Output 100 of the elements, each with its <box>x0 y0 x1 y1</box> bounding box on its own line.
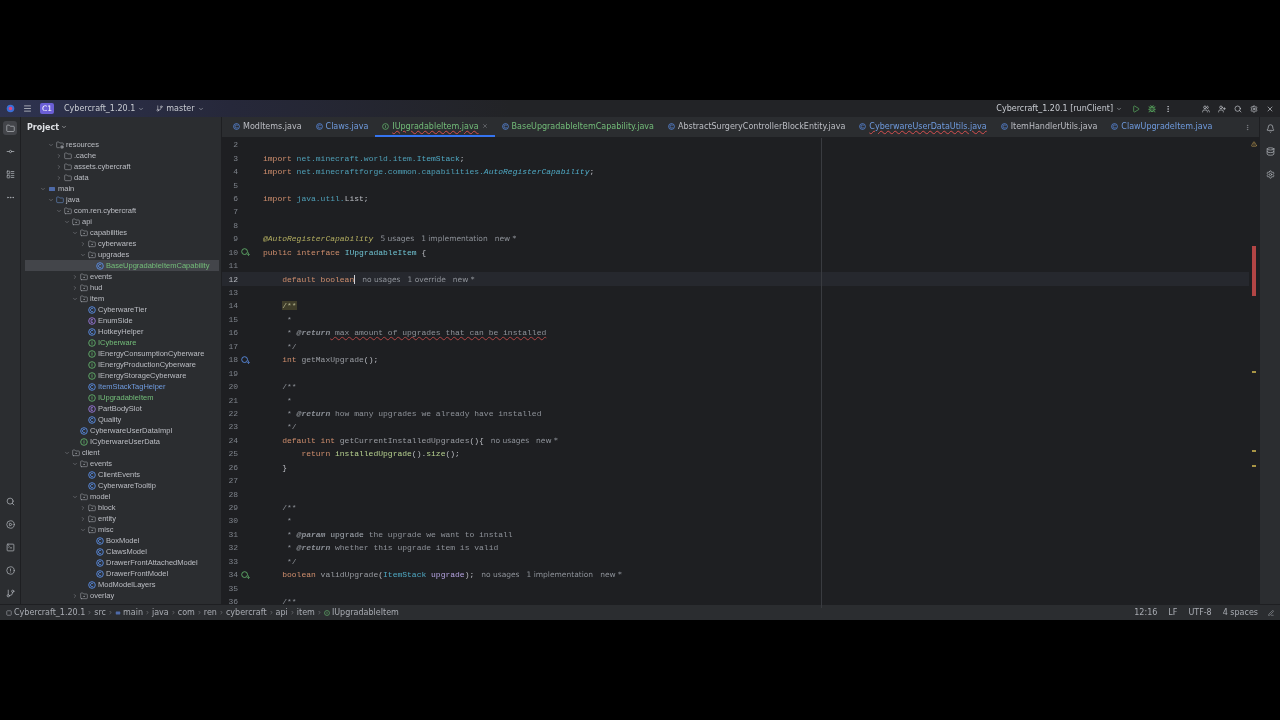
run-configuration[interactable]: Cybercraft_1.20.1 [runClient] <box>994 103 1124 114</box>
editor-tab[interactable]: ItemHandlerUtils.java <box>993 117 1105 137</box>
code-text: * <box>286 516 292 526</box>
editor-tab[interactable]: ClawUpgradeItem.java <box>1104 117 1220 137</box>
line-number: 11 <box>227 261 238 271</box>
editor-tab[interactable]: CyberwareUserDataUtils.java <box>852 117 994 137</box>
code-text: * <box>286 395 292 405</box>
line-number: 8 <box>232 220 238 230</box>
line-number: 16 <box>227 328 238 338</box>
chevron-right-icon <box>87 610 93 615</box>
code-text: validUpgrade <box>320 570 379 580</box>
line-number: 31 <box>227 529 238 539</box>
code-text: @return <box>296 543 331 553</box>
run-icon[interactable] <box>1132 104 1140 113</box>
debug-icon[interactable] <box>1148 104 1156 113</box>
code-text: default int <box>281 435 336 445</box>
breadcrumb[interactable]: item <box>296 608 315 617</box>
implemented-marker-icon[interactable] <box>241 248 250 257</box>
class-icon <box>1111 122 1119 130</box>
line-number: 15 <box>227 314 238 324</box>
editor-tab[interactable]: ModItems.java <box>226 117 309 137</box>
class-icon <box>88 481 96 490</box>
add-user-icon[interactable] <box>1218 104 1226 113</box>
editor-tab[interactable]: IUpgradableItem.java <box>375 117 495 137</box>
chevron-down-icon[interactable] <box>79 526 86 533</box>
line-number: 12 <box>227 274 238 284</box>
breadcrumb[interactable]: api <box>275 608 288 617</box>
editor-tab[interactable]: BaseUpgradableItemCapability.java <box>494 117 661 137</box>
menu-icon[interactable] <box>23 104 32 113</box>
class-icon <box>96 547 104 556</box>
line-number: 25 <box>227 449 238 459</box>
chevron-down-icon[interactable] <box>138 105 145 112</box>
chevron-down-icon[interactable] <box>71 493 78 500</box>
code-text: upgrade <box>329 529 364 539</box>
chevron-down-icon[interactable] <box>79 251 86 258</box>
class-icon <box>88 382 96 391</box>
line-number: 24 <box>227 435 238 445</box>
file-encoding[interactable]: UTF-8 <box>1188 608 1212 617</box>
close-icon[interactable] <box>1266 104 1274 113</box>
chevron-right-icon[interactable] <box>79 240 86 247</box>
class-icon <box>88 305 96 314</box>
search-icon[interactable] <box>1234 104 1242 113</box>
breadcrumb[interactable]: IUpgradableItem <box>331 608 399 617</box>
caret-position[interactable]: 12:16 <box>1134 608 1158 617</box>
code-text: @param <box>296 529 326 539</box>
warning-icon[interactable] <box>1251 141 1257 147</box>
interface-icon <box>88 371 96 380</box>
line-number: 10 <box>227 247 238 257</box>
users-icon[interactable] <box>1202 104 1210 113</box>
code-text: @AutoRegisterCapability <box>263 234 374 244</box>
chevron-right-icon <box>144 610 150 615</box>
line-number: 4 <box>232 167 238 177</box>
line-ending[interactable]: LF <box>1168 608 1178 617</box>
code-text: * <box>286 543 293 553</box>
line-number: 9 <box>232 234 238 244</box>
project-panel-title[interactable]: Project <box>27 122 68 132</box>
breadcrumb[interactable]: java <box>151 608 169 617</box>
chevron-down-icon[interactable] <box>47 141 54 148</box>
class-icon <box>88 470 96 479</box>
editor-tab[interactable]: AbstractSurgeryControllerBlockEntity.java <box>660 117 853 137</box>
breadcrumb[interactable]: Cybercraft_1.20.1 <box>14 608 86 617</box>
chevron-down-icon[interactable] <box>1116 105 1122 112</box>
breadcrumb[interactable]: src <box>94 608 106 617</box>
class-icon <box>88 580 96 589</box>
settings-icon[interactable] <box>1250 104 1258 113</box>
pencil-icon[interactable] <box>1268 609 1274 616</box>
implemented-marker-icon[interactable] <box>241 570 250 579</box>
class-icon <box>96 261 104 270</box>
module-icon <box>114 609 121 616</box>
chevron-down-icon[interactable] <box>71 295 78 302</box>
app-logo-icon[interactable] <box>6 104 15 113</box>
breadcrumb[interactable]: cybercraft <box>225 608 267 617</box>
line-number: 3 <box>232 153 238 163</box>
more-icon[interactable] <box>1164 104 1172 113</box>
breadcrumb[interactable]: com <box>177 608 195 617</box>
indent-setting[interactable]: 4 spaces <box>1222 608 1258 617</box>
chevron-right-icon <box>316 610 322 615</box>
branch-icon[interactable] <box>156 105 164 112</box>
code-text: boolean <box>281 570 317 580</box>
overridden-marker-icon[interactable] <box>241 355 250 364</box>
code-text: @return <box>296 328 331 338</box>
code-text: /** <box>281 382 297 392</box>
close-tab-icon[interactable] <box>481 123 488 129</box>
code-text: AutoRegisterCapability <box>483 167 590 177</box>
chevron-down-icon[interactable] <box>197 105 204 112</box>
enum-icon <box>88 404 96 413</box>
code-text: net.minecraft.world.item. <box>295 153 417 163</box>
breadcrumb[interactable]: main <box>122 608 143 617</box>
code-text: net.minecraftforge.common.capabilities. <box>295 167 484 177</box>
code-text: (){ <box>469 435 484 445</box>
project-selector[interactable]: Cybercraft_1.20.1 <box>62 103 147 114</box>
branch-selector[interactable]: master <box>154 103 206 114</box>
interface-icon <box>88 360 96 369</box>
code-text: import <box>263 153 292 163</box>
breadcrumb[interactable]: ren <box>203 608 217 617</box>
chevron-right-icon[interactable] <box>71 592 78 599</box>
editor-tab[interactable]: Claws.java <box>308 117 376 137</box>
chevron-right-icon <box>268 610 274 615</box>
code-text: { <box>420 247 427 257</box>
chevron-down-icon[interactable] <box>61 124 68 130</box>
